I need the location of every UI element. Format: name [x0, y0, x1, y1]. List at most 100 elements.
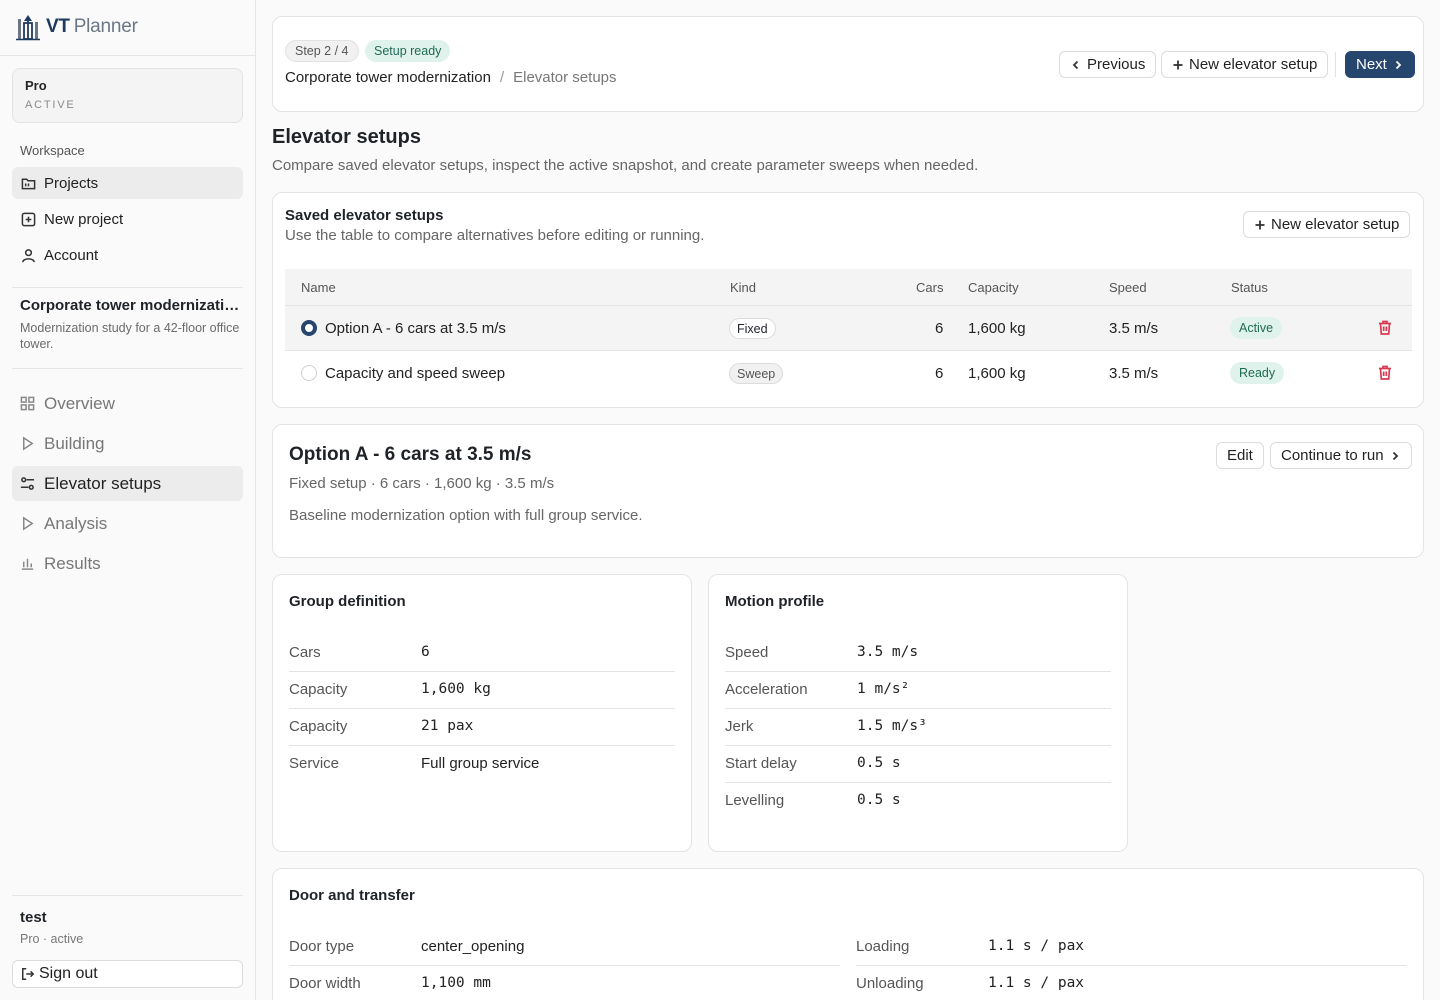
step-nav-label: Elevator setups: [44, 473, 162, 493]
step-nav-building[interactable]: Building: [12, 426, 243, 461]
kv-key: Capacity: [289, 718, 348, 735]
continue-to-run-button[interactable]: Continue to run: [1270, 442, 1412, 469]
new-elevator-setup-label: New elevator setup: [1189, 56, 1318, 73]
column-name[interactable]: Name: [301, 280, 336, 295]
divider: [12, 287, 243, 288]
next-button[interactable]: Next: [1345, 51, 1415, 78]
setup-title: Option A - 6 cars at 3.5 m/s: [289, 444, 532, 465]
row-capacity: 1,600 kg: [968, 365, 1026, 382]
plan-card: Pro ACTIVE: [12, 68, 243, 123]
chevron-right-icon: [1392, 451, 1398, 460]
sidebar-item-projects[interactable]: Projects: [12, 167, 243, 199]
status-badge: Active: [1230, 317, 1283, 339]
motion-profile-card: Motion profile Speed 3.5 m/s Acceleratio…: [708, 574, 1128, 852]
step-nav-analysis[interactable]: Analysis: [12, 506, 243, 541]
step-nav-elevator-setups[interactable]: Elevator setups: [12, 466, 243, 501]
sidebar-item-label: Account: [44, 246, 99, 264]
step-nav-overview[interactable]: Overview: [12, 386, 243, 421]
kv-value: 0.5 s: [857, 792, 901, 808]
table-row[interactable]: Capacity and speed sweep Sweep 6 1,600 k…: [285, 351, 1412, 396]
status-badge: Ready: [1230, 362, 1285, 384]
edit-label: Edit: [1227, 447, 1253, 464]
row-radio[interactable]: [301, 320, 317, 336]
breadcrumb-project[interactable]: Corporate tower modernization: [285, 69, 491, 86]
kv-key: Capacity: [289, 681, 348, 698]
kv-value: 1.5 m/s³: [857, 718, 927, 734]
app-logo[interactable]: VT Planner: [16, 12, 138, 42]
kv-value: 1,600 kg: [421, 681, 491, 697]
kv-key: Door width: [289, 975, 361, 992]
row-cars: 6: [935, 320, 944, 337]
step-nav-label: Results: [44, 553, 101, 573]
column-speed[interactable]: Speed: [1109, 280, 1147, 295]
trash-icon: [1379, 365, 1391, 380]
column-status[interactable]: Status: [1231, 280, 1268, 295]
previous-label: Previous: [1087, 56, 1146, 73]
door-transfer-card: Door and transfer Door type center_openi…: [272, 868, 1424, 1000]
breadcrumb-current: Elevator setups: [513, 69, 617, 86]
kv-key: Speed: [725, 644, 769, 661]
user-name: test: [20, 909, 47, 926]
column-cars[interactable]: Cars: [916, 280, 943, 295]
step-nav-label: Overview: [44, 393, 115, 413]
divider: [12, 368, 243, 369]
kv-value: 0.5 s: [857, 755, 901, 771]
sidebar-item-account[interactable]: Account: [12, 239, 243, 271]
row-capacity: 1,600 kg: [968, 320, 1026, 337]
chevron-left-icon: [1072, 60, 1079, 69]
row-speed: 3.5 m/s: [1109, 320, 1159, 337]
kv-value: 1.1 s / pax: [988, 938, 1085, 954]
sidebar-item-label: Projects: [44, 174, 99, 192]
previous-button[interactable]: Previous: [1059, 51, 1157, 78]
triangle-icon: [23, 436, 34, 451]
delete-button[interactable]: [1378, 320, 1392, 336]
step-nav-results[interactable]: Results: [12, 546, 243, 581]
sidebar-item-label: New project: [44, 210, 124, 228]
sign-out-label: Sign out: [39, 965, 98, 982]
row-cars: 6: [935, 365, 944, 382]
folder-icon: [21, 178, 35, 189]
wizard-header: Step 2 / 4 Setup ready Corporate tower m…: [272, 16, 1424, 112]
plus-icon: [1255, 220, 1265, 229]
kv-row: Loading 1.1 s / pax: [856, 929, 1407, 966]
group-definition-card: Group definition Cars 6 Capacity 1,600 k…: [272, 574, 692, 852]
kv-row: Door width 1,100 mm: [289, 966, 840, 1000]
row-radio[interactable]: [301, 365, 317, 381]
column-kind[interactable]: Kind: [730, 280, 756, 295]
kv-key: Cars: [289, 644, 321, 661]
kv-key: Levelling: [725, 792, 785, 809]
plan-name: Pro: [25, 78, 47, 93]
sign-out-button[interactable]: Sign out: [12, 960, 243, 988]
kv-key: Door type: [289, 938, 355, 955]
step-nav-label: Building: [44, 433, 105, 453]
card-title: Motion profile: [725, 593, 825, 610]
divider: [1335, 52, 1336, 77]
divider: [0, 55, 255, 56]
delete-button[interactable]: [1378, 365, 1392, 381]
sign-out-icon: [22, 968, 35, 980]
kind-badge: Sweep: [729, 363, 784, 384]
kv-key: Jerk: [725, 718, 754, 735]
setup-detail-card: Option A - 6 cars at 3.5 m/s Fixed setup…: [272, 424, 1424, 558]
new-elevator-setup-button[interactable]: New elevator setup: [1161, 51, 1329, 78]
kv-row: Acceleration 1 m/s²: [725, 672, 1111, 709]
new-elevator-setup-button[interactable]: New elevator setup: [1243, 211, 1411, 238]
kv-value: center_opening: [421, 938, 525, 955]
edit-button[interactable]: Edit: [1216, 442, 1264, 469]
page-title: Elevator setups: [272, 126, 421, 148]
card-subtitle: Use the table to compare alternatives be…: [285, 227, 705, 244]
kv-value: 1.1 s / pax: [988, 975, 1085, 991]
row-name: Capacity and speed sweep: [325, 365, 506, 382]
card-title: Door and transfer: [289, 887, 415, 904]
logo-vt: VT: [46, 16, 70, 37]
divider: [12, 895, 243, 896]
step-badge: Step 2 / 4: [285, 40, 359, 62]
sidebar-item-new-project[interactable]: New project: [12, 203, 243, 235]
column-capacity[interactable]: Capacity: [968, 280, 1019, 295]
setup-description: Baseline modernization option with full …: [289, 507, 643, 524]
table-row[interactable]: Option A - 6 cars at 3.5 m/s Fixed 6 1,6…: [285, 306, 1412, 351]
kv-row: Service Full group service: [289, 746, 675, 783]
kind-badge: Fixed: [729, 318, 776, 339]
chevron-right-icon: [1395, 60, 1402, 69]
kv-value: 1,100 mm: [421, 975, 491, 991]
